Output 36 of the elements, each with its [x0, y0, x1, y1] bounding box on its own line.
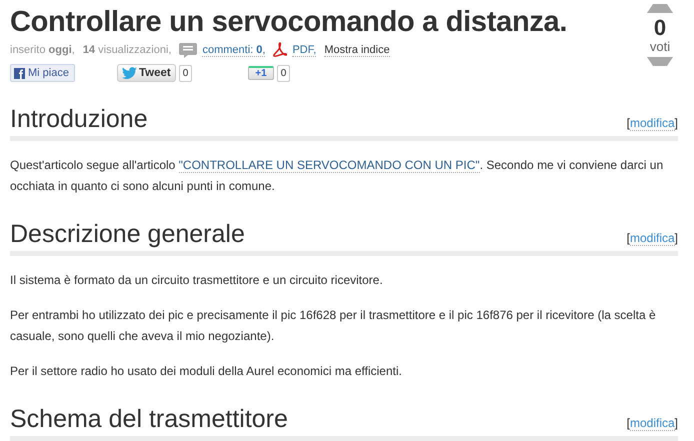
tweet-count: 0 — [178, 64, 192, 82]
section-heading: Schema del trasmettitore — [10, 404, 288, 434]
paragraph: Per entrambi ho utilizzato dei pic e precisamente il pic 16f628 per il trasmettitore e il pic 16f876 per il ricevitore (la scelta è casuale, sono quelli che aveva il mio negoziante). — [10, 307, 657, 345]
bird-icon — [122, 67, 137, 79]
show-index-link[interactable]: Mostra indice — [324, 44, 390, 56]
article-title: Controllare un servocomando a distanza. — [10, 5, 568, 40]
paragraph: Il sistema è formato da un circuito trasmettitore e un circuito ricevitore. — [10, 272, 384, 289]
section-heading: Introduzione — [10, 104, 148, 134]
comments-link[interactable]: commenti: 0, — [202, 44, 266, 56]
plus-one-button[interactable]: +1 — [248, 66, 274, 80]
meta-text: inserito oggi, — [10, 44, 75, 56]
bracket: [ — [626, 231, 630, 245]
vote-label: voti — [650, 40, 670, 54]
vote-count: 0 — [654, 16, 666, 40]
plus-one-count: 0 — [276, 64, 290, 82]
facebook-icon — [14, 68, 25, 78]
meta-text: 14 visualizzazioni, — [82, 44, 172, 56]
edit-link[interactable]: modifica — [630, 416, 675, 431]
vote-up-icon[interactable] — [647, 4, 673, 13]
edit-link[interactable]: modifica — [630, 231, 675, 246]
section-heading: Descrizione generale — [10, 219, 245, 249]
pdf-icon — [273, 42, 288, 58]
bracket: [ — [626, 116, 630, 130]
edit-link[interactable]: modifica — [630, 116, 675, 131]
comment-icon — [179, 42, 198, 58]
pdf-link[interactable]: PDF, — [292, 44, 316, 56]
bracket: ] — [674, 416, 678, 430]
vote-down-icon[interactable] — [647, 57, 673, 66]
like-button[interactable]: Mi piace — [10, 64, 75, 82]
bracket: ] — [674, 231, 678, 245]
bracket: [ — [626, 416, 630, 430]
article-link[interactable]: "CONTROLLARE UN SERVOCOMANDO CON UN PIC" — [178, 158, 480, 173]
tweet-button[interactable]: Tweet — [116, 64, 176, 82]
paragraph: Quest'articolo segue all'articolo "CONTROLLARE UN SERVOCOMANDO CON UN PIC". Secondo me vi conviene darci un occhiata in quanto ci sono alcuni punti in comune. — [10, 157, 664, 195]
paragraph: Per il settore radio ho usato dei moduli della Aurel economici ma efficienti. — [10, 363, 403, 380]
bracket: ] — [674, 116, 678, 130]
